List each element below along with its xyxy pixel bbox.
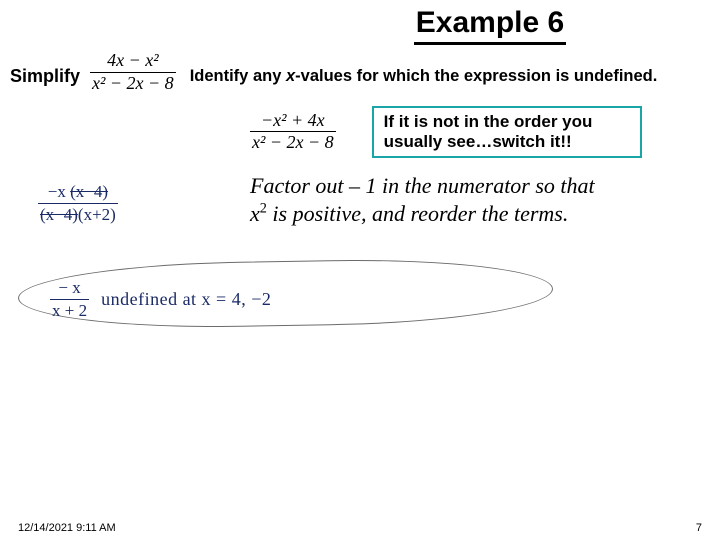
footer-date: 12/14/2021 9:11 AM [18,522,116,534]
expr1-denominator: x² − 2x − 8 [90,74,176,94]
tip-line-1: If it is not in the order you [384,112,630,132]
expression-2: −x² + 4x x² − 2x − 8 [250,111,336,154]
simplify-label: Simplify [10,66,80,87]
handwritten-factoring: −x (x−4) (x−4)(x+2) [38,182,118,225]
expr1-numerator: 4x − x² [105,51,161,71]
expr2-numerator: −x² + 4x [259,111,327,131]
tip-line-2: usually see…switch it!! [384,132,630,152]
expr2-denominator: x² − 2x − 8 [250,133,336,153]
slide-footer: 12/14/2021 9:11 AM 7 [0,522,720,534]
footer-page: 7 [696,522,702,534]
tip-callout: If it is not in the order you usually se… [372,106,642,159]
expression-1: 4x − x² x² − 2x − 8 [90,51,176,94]
example-title: Example 6 [414,6,566,45]
handwritten-answer: − x x + 2 undefined at x = 4, −2 [50,278,271,321]
prompt-line: Simplify 4x − x² x² − 2x − 8 Identify an… [0,51,720,94]
simplified-fraction: − x x + 2 [50,278,89,321]
undefined-note: undefined at x = 4, −2 [101,289,271,310]
identify-text: Identify any x-values for which the expr… [190,67,658,86]
